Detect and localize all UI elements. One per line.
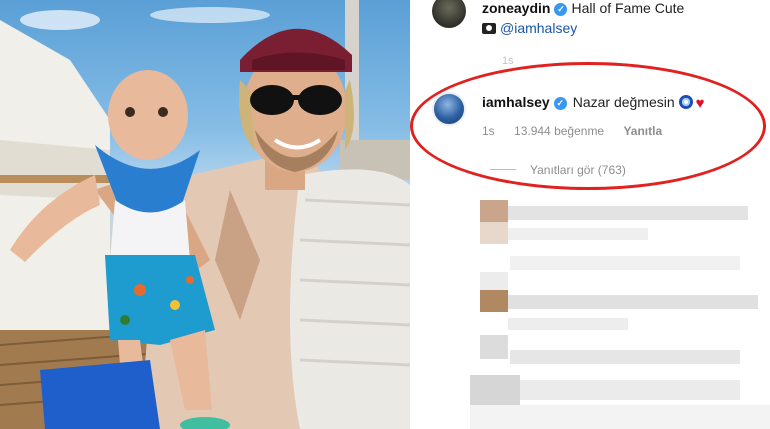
verified-badge-icon: ✓	[553, 97, 567, 110]
comment-header: zoneaydin ✓ Hall of Fame Cute	[482, 0, 684, 16]
blurred-block	[508, 295, 758, 309]
view-replies-button[interactable]: Yanıtları gör (763)	[490, 163, 626, 177]
blurred-block	[480, 335, 508, 359]
comment-time: 1s	[482, 124, 495, 138]
red-heart-icon: ♥	[695, 95, 705, 112]
comments-panel: zoneaydin ✓ Hall of Fame Cute @iamhalsey 1…	[410, 0, 770, 429]
blurred-replies	[470, 200, 770, 429]
nazar-boncugu-icon	[678, 95, 693, 109]
blurred-block	[480, 222, 508, 244]
blurred-block	[480, 200, 508, 222]
blurred-block	[508, 228, 648, 240]
comment-time: 1s	[502, 55, 514, 67]
photo-illustration	[0, 0, 410, 429]
comment-mention-line: @iamhalsey	[482, 20, 577, 36]
post-photo	[0, 0, 410, 429]
blurred-block	[508, 206, 748, 220]
mention-link[interactable]: @iamhalsey	[500, 20, 577, 36]
blurred-block	[470, 375, 520, 405]
blurred-block	[480, 290, 508, 312]
blurred-block	[520, 380, 740, 400]
username-iamhalsey[interactable]: iamhalsey	[482, 94, 550, 110]
blurred-block	[480, 272, 508, 292]
replies-divider	[490, 169, 516, 170]
verified-badge-icon: ✓	[554, 3, 568, 16]
comment-text: Hall of Fame Cute	[571, 0, 685, 16]
camera-emoji-icon	[482, 23, 496, 34]
blurred-block	[470, 405, 770, 429]
like-count[interactable]: 13.944 beğenme	[514, 124, 604, 138]
view-replies-label: Yanıtları gör (763)	[530, 163, 626, 177]
comment-text: Nazar değmesin	[572, 94, 675, 110]
username-zoneaydin[interactable]: zoneaydin	[482, 0, 550, 16]
avatar-icon[interactable]	[432, 92, 466, 126]
comment-header: iamhalsey ✓ Nazar değmesin ♥	[482, 94, 705, 112]
reply-button[interactable]: Yanıtla	[623, 124, 662, 138]
blurred-block	[510, 256, 740, 270]
avatar-icon[interactable]	[432, 0, 466, 28]
blurred-block	[508, 318, 628, 330]
blurred-block	[510, 350, 740, 364]
comment-meta: 1s 13.944 beğenme Yanıtla	[482, 124, 678, 138]
